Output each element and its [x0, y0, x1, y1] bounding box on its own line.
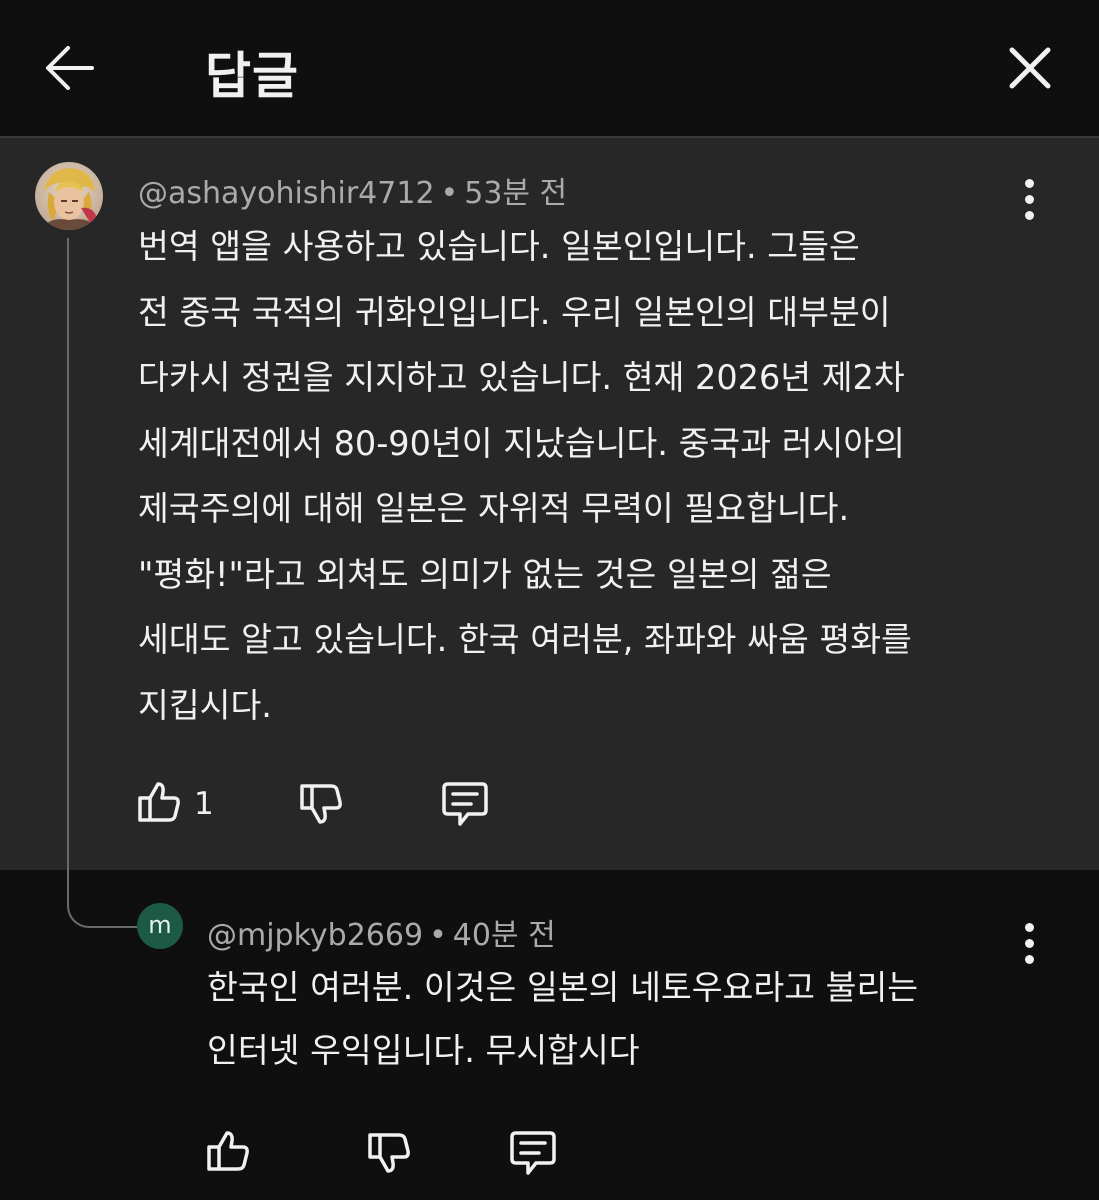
comment-line: 세대도 알고 있습니다. 한국 여러분, 좌파와 싸움 평화를 [138, 620, 912, 659]
dislike-button[interactable] [366, 1129, 414, 1181]
comment-line: 제국주의에 대해 일본은 자위적 무력이 필요합니다. [138, 489, 850, 528]
thumbs-up-icon [207, 1131, 249, 1171]
comment-body: 번역 앱을 사용하고 있습니다. 일본인입니다. 그들은 전 중국 국적의 귀화… [138, 214, 912, 738]
thumbs-up-icon [138, 782, 180, 822]
comment-line: 번역 앱을 사용하고 있습니다. 일본인입니다. 그들은 [138, 227, 860, 266]
comment-line: 전 중국 국적의 귀화인입니다. 우리 일본인의 대부분이 [138, 292, 891, 332]
highlighted-comment: @ashayohishir4712 • 53분 전 번역 앱을 사용하고 있습니다.… [0, 138, 1099, 870]
avatar[interactable] [35, 162, 103, 230]
comment-line: "평화!"라고 외쳐도 의미가 없는 것은 일본의 젊은 [138, 554, 832, 594]
like-button[interactable] [205, 1127, 253, 1179]
comment-line: 지킵시다. [138, 685, 272, 725]
thumbs-down-icon [300, 784, 342, 824]
close-icon[interactable] [1002, 40, 1058, 96]
comment-line: 다카시 정권을 지지하고 있습니다. 현재 2026년 제2차 [138, 358, 905, 397]
reply-button[interactable] [508, 1129, 558, 1181]
meta-separator: • [440, 176, 459, 211]
reply-body: 한국인 여러분. 이것은 일본의 네토우요라고 불리는 인터넷 우익입니다. 무… [207, 956, 918, 1082]
thumbs-down-icon [368, 1133, 410, 1173]
more-options-icon[interactable] [1015, 178, 1045, 228]
comment-meta: @ashayohishir4712 • 53분 전 [138, 168, 567, 212]
avatar[interactable]: m [137, 903, 183, 949]
top-bar: 답글 [0, 0, 1099, 138]
reply-meta: @mjpkyb2669 • 40분 전 [207, 910, 556, 954]
meta-separator: • [429, 918, 447, 953]
dislike-button[interactable] [298, 780, 346, 832]
author-handle[interactable]: @ashayohishir4712 [138, 176, 435, 211]
timestamp: 53분 전 [464, 176, 568, 211]
back-arrow-icon[interactable] [40, 40, 100, 96]
comment-line: 세계대전에서 80-90년이 지났습니다. 중국과 러시아의 [138, 423, 905, 463]
comment-line: 인터넷 우익입니다. 무시합시다 [207, 1031, 640, 1070]
timestamp: 40분 전 [452, 918, 556, 953]
comment-line: 한국인 여러분. 이것은 일본의 네토우요라고 불리는 [207, 968, 919, 1007]
like-button[interactable] [136, 778, 184, 830]
more-options-icon[interactable] [1015, 922, 1045, 972]
thread-connector [67, 238, 143, 928]
reply-button[interactable] [440, 780, 490, 832]
page-title: 답글 [205, 47, 299, 105]
comment-icon [442, 782, 488, 826]
like-count: 1 [194, 786, 214, 822]
comment-icon [510, 1131, 556, 1175]
author-handle[interactable]: @mjpkyb2669 [207, 918, 423, 953]
